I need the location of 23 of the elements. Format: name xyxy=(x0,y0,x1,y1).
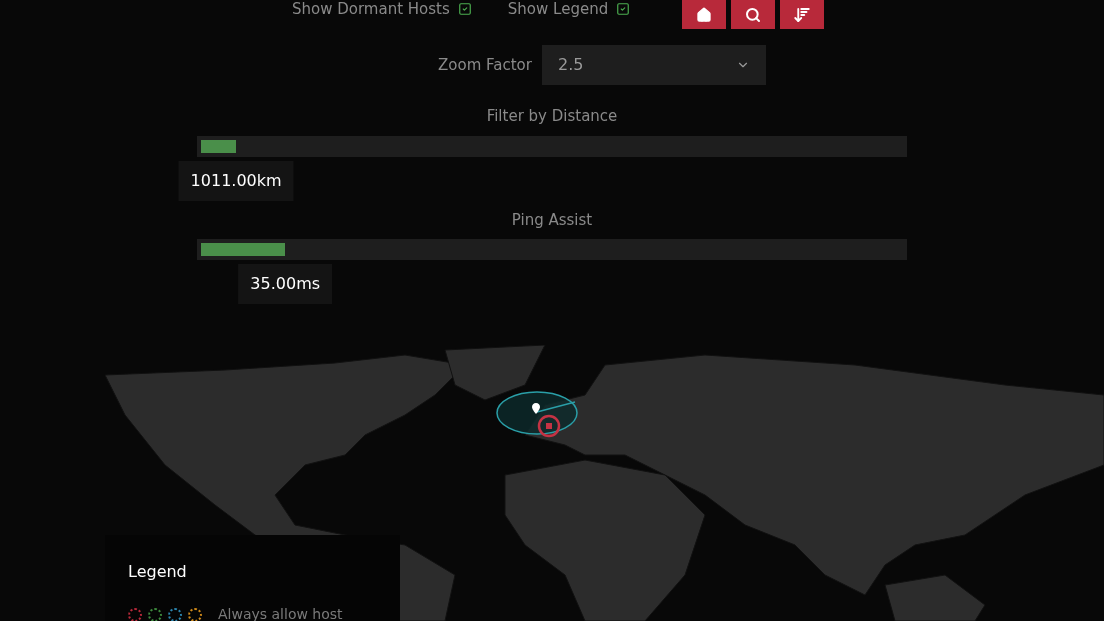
slider-value-tooltip: 1011.00km xyxy=(178,160,294,201)
option-label: Show Legend xyxy=(507,0,609,20)
location-pin-icon xyxy=(532,403,540,414)
sort-button[interactable] xyxy=(780,0,825,29)
sort-icon xyxy=(793,5,812,24)
slider-fill[interactable] xyxy=(201,243,286,256)
distance-ring-icon xyxy=(495,390,579,436)
home-icon xyxy=(696,6,713,23)
zoom-label: Zoom Factor xyxy=(438,54,532,76)
slider-title: Filter by Distance xyxy=(486,106,618,127)
search-icon xyxy=(745,6,762,23)
option-label: Show Dormant Hosts xyxy=(292,0,450,20)
slider-title: Ping Assist xyxy=(511,209,593,231)
checkbox[interactable] xyxy=(457,2,472,16)
home-button[interactable] xyxy=(682,0,727,29)
slider-fill[interactable] xyxy=(201,139,237,153)
legend-label: Always allow host xyxy=(218,605,343,621)
zoom-select[interactable]: 2.5 xyxy=(541,45,766,85)
search-button[interactable] xyxy=(731,0,776,29)
checkbox[interactable] xyxy=(616,2,631,16)
legend-title: Legend xyxy=(128,561,188,583)
host-marker-icon xyxy=(537,414,561,438)
slider-value-tooltip: 35.00ms xyxy=(238,264,333,304)
